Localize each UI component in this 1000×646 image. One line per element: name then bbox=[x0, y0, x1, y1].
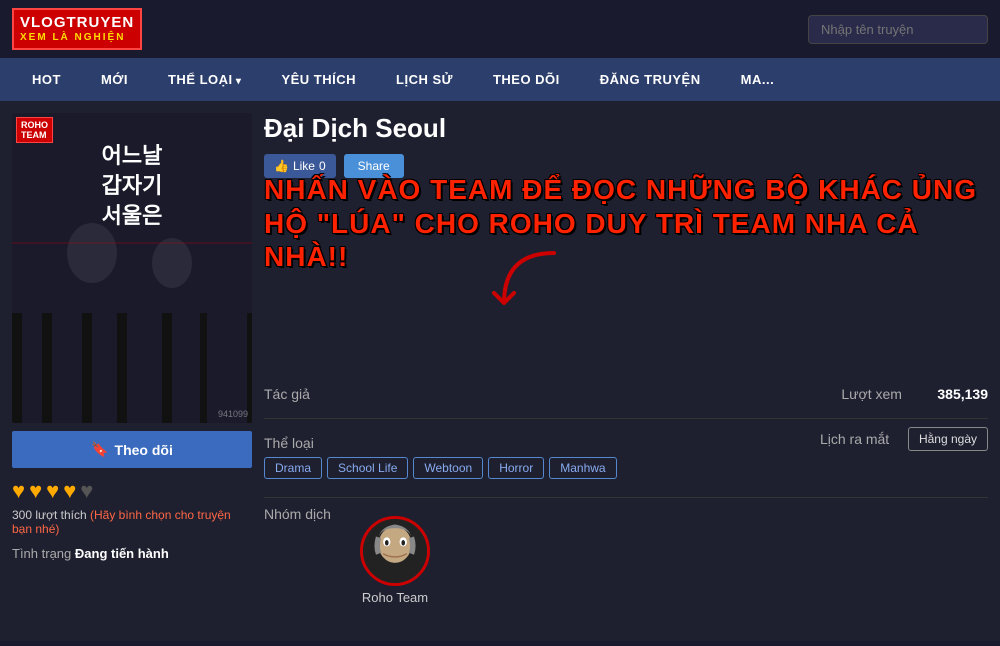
arrow-overlay bbox=[484, 243, 584, 328]
genre-tags: Drama School Life Webtoon Horror Manhwa bbox=[264, 457, 617, 479]
views-label: Lượt xem bbox=[841, 386, 921, 402]
votes-text: 300 lượt thích (Hãy bình chọn cho truyện… bbox=[12, 508, 252, 536]
genre-drama[interactable]: Drama bbox=[264, 457, 322, 479]
action-row: 👍 Like 0 Share bbox=[264, 154, 988, 178]
translator-row: Nhóm dịch bbox=[264, 506, 988, 605]
like-button[interactable]: 👍 Like 0 bbox=[264, 154, 336, 178]
arrow-svg bbox=[484, 243, 584, 323]
views-count: 385,139 bbox=[937, 386, 988, 402]
status-row: Tình trạng Đang tiến hành bbox=[12, 546, 252, 561]
genre-label: Thể loại bbox=[264, 435, 344, 451]
votes-count: 300 bbox=[12, 508, 32, 522]
follow-label: Theo dõi bbox=[115, 442, 173, 458]
release-label: Lịch ra mắt bbox=[820, 431, 900, 447]
translator-name: Roho Team bbox=[362, 590, 428, 605]
nav-hot[interactable]: HOT bbox=[12, 58, 81, 101]
logo-main-text: VLOGTRUYEN bbox=[20, 14, 134, 32]
main-content: 어느날 갑자기 서울은 ROHO TEAM 941099 🔖 Theo dõi … bbox=[0, 101, 1000, 641]
genre-translator-row: Thể loại Drama School Life Webtoon Horro… bbox=[264, 427, 988, 498]
cover-svg: 어느날 갑자기 서울은 bbox=[12, 113, 252, 423]
main-nav: HOT MỚI THỂ LOẠI YÊU THÍCH LỊCH SỬ THEO … bbox=[0, 58, 1000, 101]
like-count: 0 bbox=[319, 159, 326, 173]
promo-overlay: NHẤN VÀO TEAM ĐỂ ĐỌC NHỮNG BỘ KHÁC ỦNG H… bbox=[264, 173, 988, 274]
translator-label: Nhóm dịch bbox=[264, 506, 344, 522]
share-label: Share bbox=[358, 159, 390, 173]
genre-school[interactable]: School Life bbox=[327, 457, 408, 479]
translator-avatar bbox=[360, 516, 430, 586]
bookmark-icon: 🔖 bbox=[91, 441, 108, 458]
site-logo[interactable]: VLOGTRUYEN XEM LÀ NGHIỆN bbox=[12, 8, 142, 50]
nav-moi[interactable]: MỚI bbox=[81, 58, 148, 101]
right-meta: Lịch ra mắt Hằng ngày bbox=[626, 427, 988, 461]
star-4[interactable]: ♥ bbox=[63, 478, 76, 504]
star-2[interactable]: ♥ bbox=[29, 478, 42, 504]
logo-area: VLOGTRUYEN XEM LÀ NGHIỆN bbox=[12, 8, 142, 50]
promo-text-line2: HỘ "LÚA" CHO ROHO DUY TRÌ TEAM NHA CẢ NH… bbox=[264, 207, 988, 274]
nav-the-loai[interactable]: THỂ LOẠI bbox=[148, 58, 261, 101]
status-value: Đang tiến hành bbox=[75, 546, 169, 561]
search-input[interactable] bbox=[808, 15, 988, 44]
left-panel: 어느날 갑자기 서울은 ROHO TEAM 941099 🔖 Theo dõi … bbox=[12, 113, 252, 629]
author-views-row: Tác giả Lượt xem 385,139 bbox=[264, 378, 988, 419]
status-label: Tình trạng bbox=[12, 546, 71, 561]
star-3[interactable]: ♥ bbox=[46, 478, 59, 504]
cover-image: 어느날 갑자기 서울은 ROHO TEAM 941099 bbox=[12, 113, 252, 423]
author-row: Tác giả bbox=[264, 378, 626, 410]
right-panel: Đại Dịch Seoul 👍 Like 0 Share NHẤN VÀO T… bbox=[264, 113, 988, 629]
views-row: Lượt xem 385,139 bbox=[626, 378, 988, 410]
info-section: Tác giả Lượt xem 385,139 Thể loại Drama … bbox=[264, 378, 988, 605]
nav-yeu-thich[interactable]: YÊU THÍCH bbox=[261, 58, 376, 101]
logo-sub-text: XEM LÀ NGHIỆN bbox=[20, 32, 134, 44]
author-label: Tác giả bbox=[264, 386, 344, 402]
stars-row: ♥ ♥ ♥ ♥ ♥ bbox=[12, 478, 252, 504]
votes-label: lượt thích bbox=[35, 508, 86, 522]
genre-section: Thể loại Drama School Life Webtoon Horro… bbox=[264, 427, 626, 487]
genre-horror[interactable]: Horror bbox=[488, 457, 544, 479]
translator-section[interactable]: Roho Team bbox=[360, 516, 430, 605]
nav-ma[interactable]: MA... bbox=[721, 58, 795, 101]
like-label: Like bbox=[293, 159, 315, 173]
manga-title: Đại Dịch Seoul bbox=[264, 113, 988, 144]
nav-theo-doi[interactable]: THEO DÕI bbox=[473, 58, 580, 101]
avatar-svg bbox=[363, 516, 427, 586]
thumbs-up-icon: 👍 bbox=[274, 159, 289, 173]
svg-text:서울은: 서울은 bbox=[102, 203, 163, 228]
genre-row: Thể loại Drama School Life Webtoon Horro… bbox=[264, 427, 626, 487]
svg-text:어느날: 어느날 bbox=[102, 143, 163, 168]
star-5[interactable]: ♥ bbox=[80, 478, 93, 504]
follow-button[interactable]: 🔖 Theo dõi bbox=[12, 431, 252, 468]
header: VLOGTRUYEN XEM LÀ NGHIỆN bbox=[0, 0, 1000, 58]
cover-watermark: 941099 bbox=[218, 409, 248, 419]
genre-webtoon[interactable]: Webtoon bbox=[413, 457, 483, 479]
share-button[interactable]: Share bbox=[344, 154, 404, 178]
nav-dang-truyen[interactable]: ĐĂNG TRUYỆN bbox=[580, 58, 721, 101]
svg-text:갑자기: 갑자기 bbox=[102, 173, 163, 198]
promo-text-line1: NHẤN VÀO TEAM ĐỂ ĐỌC NHỮNG BỘ KHÁC ỦNG bbox=[264, 173, 988, 207]
cover-badge: ROHO TEAM bbox=[16, 117, 53, 143]
genre-manhwa[interactable]: Manhwa bbox=[549, 457, 616, 479]
release-value: Hằng ngày bbox=[908, 427, 988, 451]
star-1[interactable]: ♥ bbox=[12, 478, 25, 504]
nav-lich-su[interactable]: LỊCH SỬ bbox=[376, 58, 473, 101]
manga-cover: 어느날 갑자기 서울은 ROHO TEAM 941099 bbox=[12, 113, 252, 423]
release-row: Lịch ra mắt Hằng ngày bbox=[626, 427, 988, 451]
